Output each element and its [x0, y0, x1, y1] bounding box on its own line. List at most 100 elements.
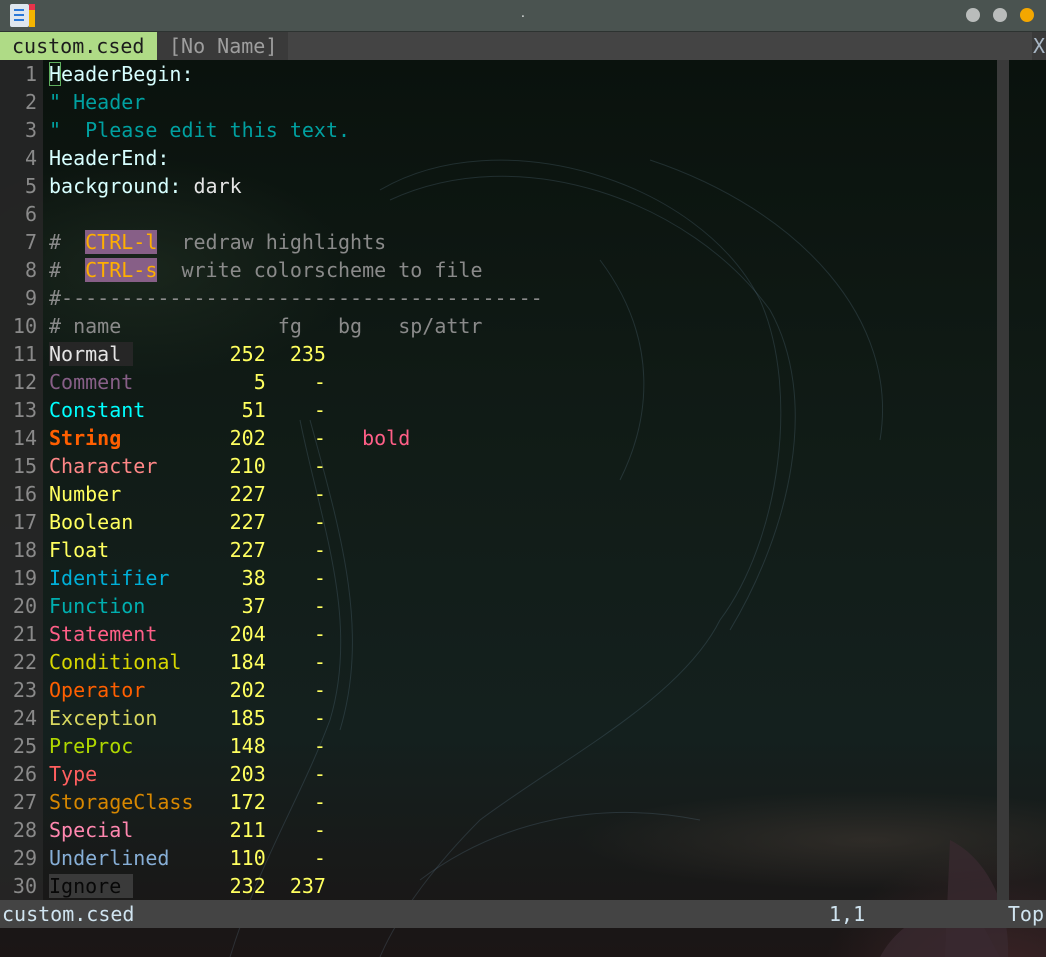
editor-line[interactable]: 8 # CTRL-s write colorscheme to file: [0, 256, 997, 284]
editor-line[interactable]: 5 background: dark: [0, 172, 997, 200]
highlight-group-name: Constant: [49, 398, 146, 422]
editor-line[interactable]: 2 " Header: [0, 88, 997, 116]
editor-buffer[interactable]: 1 HeaderBegin: 2 " Header 3 " Please edit thi…: [0, 60, 997, 900]
line-text: # CTRL-l redraw highlights: [49, 228, 386, 256]
line-text: Function 37 -: [49, 592, 326, 620]
editor-line[interactable]: 26 Type 203 -: [0, 760, 997, 788]
highlight-group-name: StorageClass: [49, 790, 194, 814]
editor-line[interactable]: 29 Underlined 110 -: [0, 844, 997, 872]
line-number: 12: [12, 370, 37, 394]
editor-line[interactable]: 16 Number 227 -: [0, 480, 997, 508]
fg-value: 227: [229, 510, 266, 534]
cursor: H: [49, 62, 62, 86]
fg-value: 38: [229, 566, 266, 590]
editor-line[interactable]: 27 StorageClass 172 -: [0, 788, 997, 816]
maximize-button[interactable]: [993, 8, 1007, 22]
line-number: 3: [24, 118, 37, 142]
line-text: Special 211 -: [49, 816, 326, 844]
editor-line[interactable]: 30 Ignore 232 237: [0, 872, 997, 900]
highlight-group-name: Normal: [49, 342, 134, 366]
highlight-group-name: Special: [49, 818, 134, 842]
line-text: #---------------------------------------…: [49, 284, 543, 312]
editor-line[interactable]: 23 Operator 202 -: [0, 676, 997, 704]
editor-line[interactable]: 24 Exception 185 -: [0, 704, 997, 732]
text-segment: dark: [181, 174, 242, 198]
bg-value: -: [265, 370, 326, 394]
editor-line[interactable]: 22 Conditional 184 -: [0, 648, 997, 676]
editor-line[interactable]: 1 HeaderBegin:: [0, 60, 997, 88]
line-text: " Header: [49, 88, 145, 116]
editor-line[interactable]: 18 Float 227 -: [0, 536, 997, 564]
text-segment: write colorscheme to file: [157, 258, 483, 282]
line-number: 30: [12, 874, 37, 898]
highlight-group-name: Conditional: [49, 650, 182, 674]
line-number: 15: [12, 454, 37, 478]
highlight-group-name: Statement: [49, 622, 158, 646]
line-text: HeaderBegin:: [49, 60, 194, 88]
line-number: 29: [12, 846, 37, 870]
editor-line[interactable]: 28 Special 211 -: [0, 816, 997, 844]
editor-line[interactable]: 12 Comment 5 -: [0, 368, 997, 396]
close-tab-button[interactable]: X: [1032, 32, 1046, 60]
bg-value: -: [265, 790, 326, 814]
status-filename: custom.csed: [2, 902, 135, 926]
bg-value: -: [265, 650, 326, 674]
line-text: # CTRL-s write colorscheme to file: [49, 256, 482, 284]
editor-line[interactable]: 11 Normal 252 235: [0, 340, 997, 368]
line-number: 21: [12, 622, 37, 646]
line-number: 17: [12, 510, 37, 534]
line-text: Constant 51 -: [49, 396, 326, 424]
bg-value: 237: [265, 874, 326, 898]
tab-custom-csed[interactable]: custom.csed: [0, 32, 157, 60]
editor-line[interactable]: 7 # CTRL-l redraw highlights: [0, 228, 997, 256]
line-number: 19: [12, 566, 37, 590]
vertical-split-separator[interactable]: [997, 60, 1009, 900]
highlight-group-name: Character: [49, 454, 158, 478]
highlight-group-name: String: [49, 426, 122, 450]
fg-value: 172: [229, 790, 266, 814]
text-segment: # name fg bg sp/attr: [49, 314, 483, 338]
text-segment: HeaderEnd:: [49, 146, 170, 170]
editor-line[interactable]: 3 " Please edit this text.: [0, 116, 997, 144]
highlight-group-name: Underlined: [49, 846, 170, 870]
editor-line[interactable]: 20 Function 37 -: [0, 592, 997, 620]
highlight-group-name: Identifier: [49, 566, 170, 590]
editor-line[interactable]: 14 String 202 - bold: [0, 424, 997, 452]
line-text: Operator 202 -: [49, 676, 326, 704]
bg-value: 235: [265, 342, 326, 366]
status-cursor-position: 1,1: [829, 902, 866, 926]
editor-line[interactable]: 15 Character 210 -: [0, 452, 997, 480]
fg-value: 203: [229, 762, 266, 786]
editor-line[interactable]: 25 PreProc 148 -: [0, 732, 997, 760]
fg-value: 202: [229, 678, 266, 702]
editor-line[interactable]: 9 #--------------------------------------…: [0, 284, 997, 312]
editor-line[interactable]: 13 Constant 51 -: [0, 396, 997, 424]
highlight-group-name: Ignore: [49, 874, 134, 898]
close-window-button[interactable]: [1020, 8, 1034, 22]
editor-line[interactable]: 17 Boolean 227 -: [0, 508, 997, 536]
window-titlebar: .: [0, 0, 1046, 32]
command-line[interactable]: [0, 928, 1046, 957]
editor-line[interactable]: 4 HeaderEnd:: [0, 144, 997, 172]
editor-line[interactable]: 21 Statement 204 -: [0, 620, 997, 648]
highlight-group-name: Operator: [49, 678, 146, 702]
editor-line[interactable]: 10 # name fg bg sp/attr: [0, 312, 997, 340]
line-text: " Please edit this text.: [49, 116, 350, 144]
tab-no-name[interactable]: [No Name]: [157, 32, 288, 60]
editor-line[interactable]: 19 Identifier 38 -: [0, 564, 997, 592]
line-number: 16: [12, 482, 37, 506]
editor-line[interactable]: 6: [0, 200, 997, 228]
minimize-button[interactable]: [966, 8, 980, 22]
fg-value: 227: [229, 482, 266, 506]
